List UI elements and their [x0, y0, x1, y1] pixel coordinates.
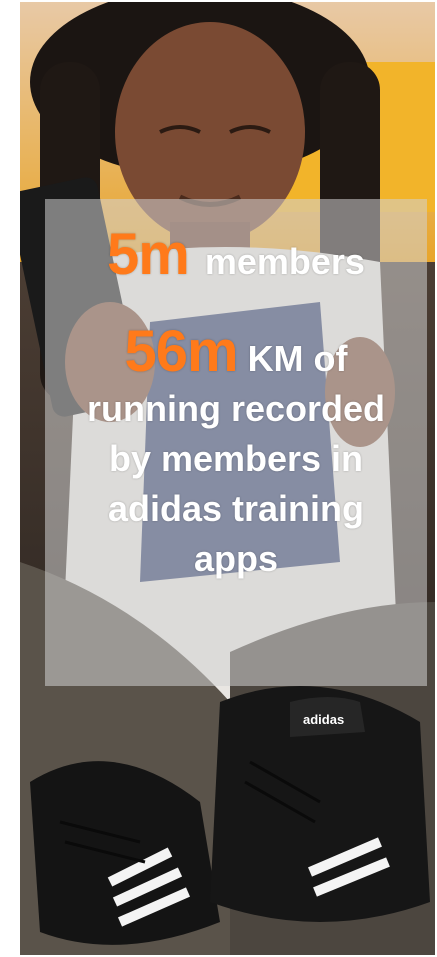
stat-km-number: 56m [124, 319, 238, 384]
shoe-brand-text: adidas [303, 712, 344, 727]
stat-members-number: 5m [107, 222, 190, 287]
stats-panel: 5m members 56m KM of running recorded by m… [45, 199, 427, 686]
stat-members-label: members [204, 241, 365, 282]
stat-km-recorded: 56m KM of running recorded by members in … [45, 323, 427, 588]
stat-members: 5m members [45, 221, 427, 288]
